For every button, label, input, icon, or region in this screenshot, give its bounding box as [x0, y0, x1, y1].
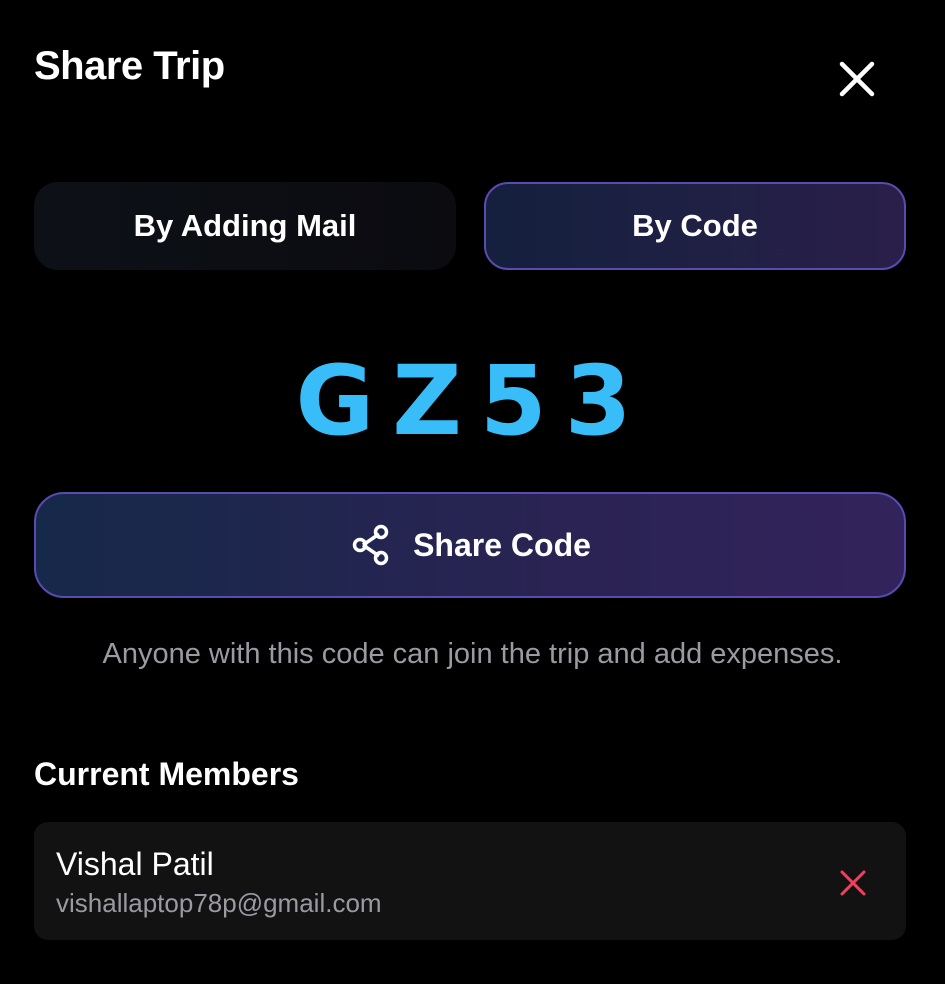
share-hint: Anyone with this code can join the trip … [102, 638, 843, 670]
remove-member-button[interactable] [834, 864, 872, 902]
members-heading: Current Members [34, 756, 299, 792]
share-code-button[interactable]: Share Code [34, 492, 906, 598]
remove-icon [840, 870, 866, 896]
close-icon [839, 61, 875, 97]
page-title: Share Trip [34, 44, 225, 88]
member-email: vishallaptop78p@gmail.com [56, 888, 382, 918]
close-button[interactable] [832, 54, 882, 104]
member-name: Vishal Patil [56, 846, 214, 882]
tab-by-code[interactable]: By Code [484, 182, 906, 270]
share-trip-sheet: Share Trip By Adding Mail By Code GZ53 S… [0, 0, 945, 984]
trip-code: GZ53 [295, 345, 650, 457]
tab-by-adding-mail[interactable]: By Adding Mail [34, 182, 456, 270]
share-code-label: Share Code [413, 526, 591, 563]
share-icon [349, 523, 393, 567]
list-item: Vishal Patil vishallaptop78p@gmail.com [34, 822, 906, 940]
